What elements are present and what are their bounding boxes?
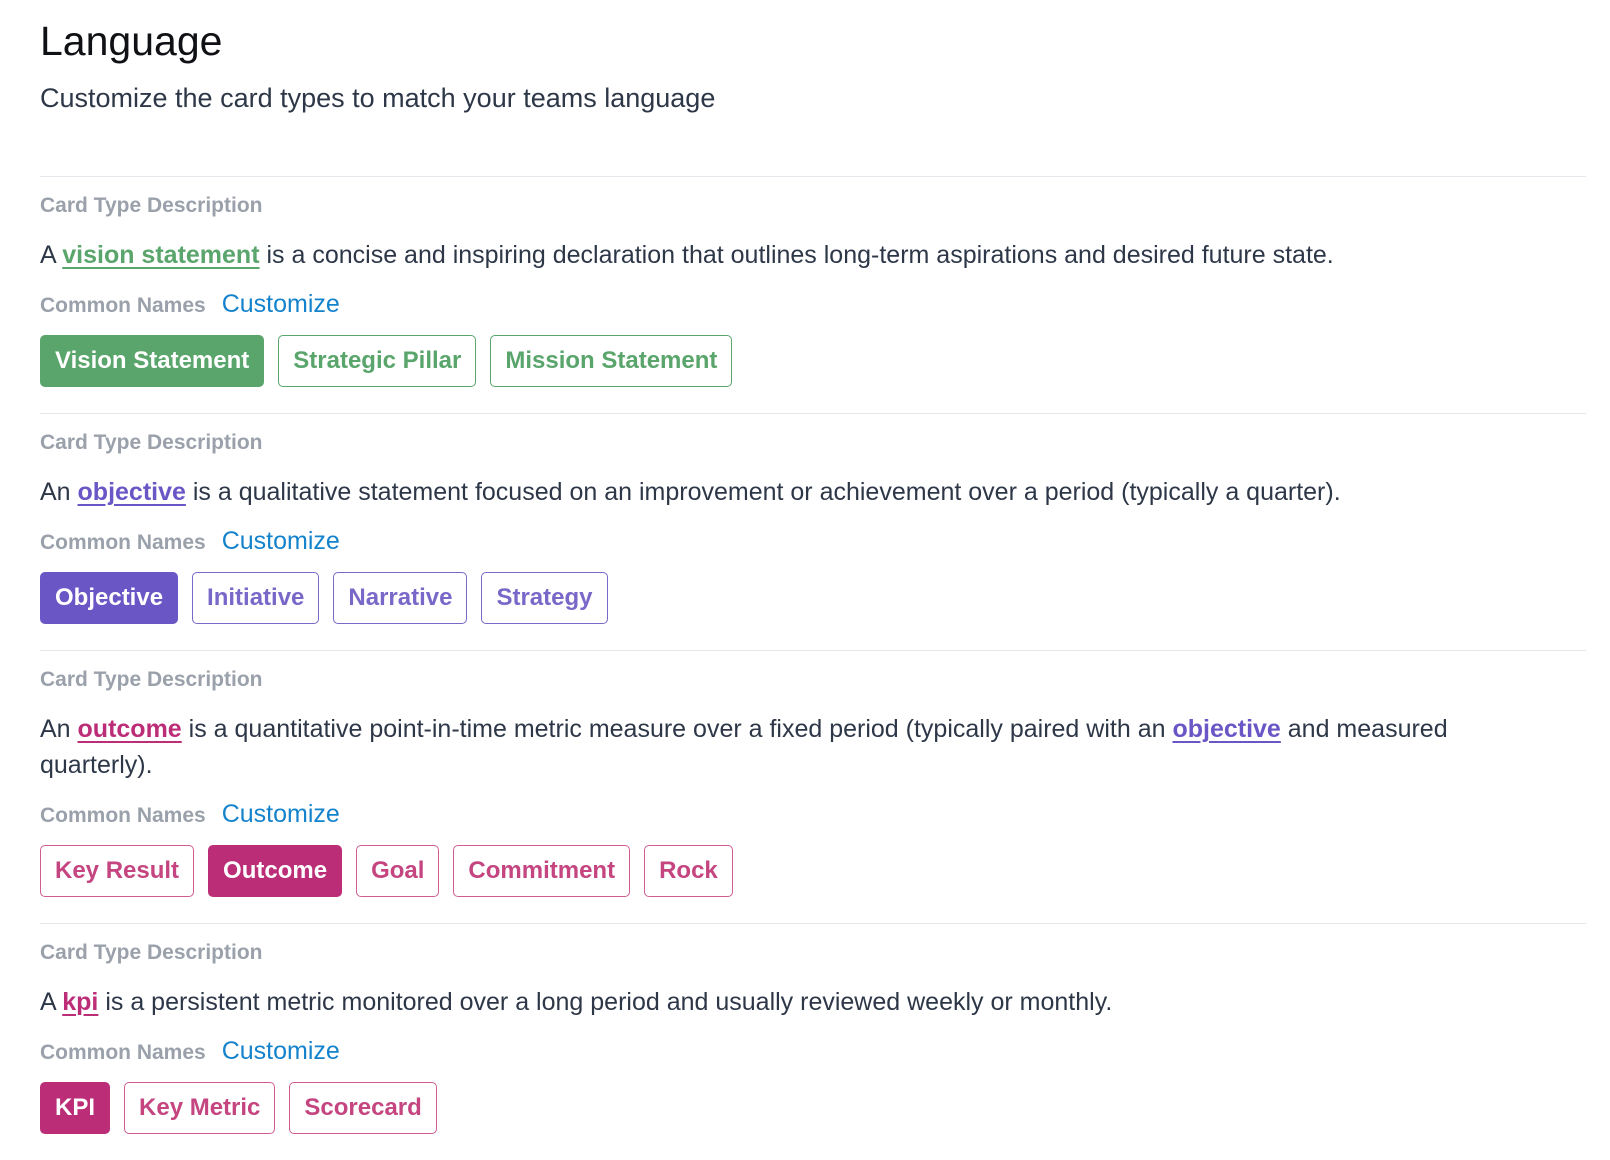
name-chips: KPI Key Metric Scorecard — [40, 1082, 1586, 1134]
name-chip[interactable]: Initiative — [192, 572, 320, 624]
card-type-section-outcome: Card Type Description An outcome is a qu… — [40, 650, 1586, 923]
name-chip[interactable]: Key Metric — [124, 1082, 276, 1134]
card-type-description: An objective is a qualitative statement … — [40, 474, 1540, 510]
name-chip[interactable]: Strategy — [481, 572, 608, 624]
section-label: Card Type Description — [40, 194, 263, 217]
section-label: Card Type Description — [40, 431, 263, 454]
page-subtitle: Customize the card types to match your t… — [40, 83, 716, 113]
common-names-label: Common Names — [40, 804, 206, 827]
card-type-description: A kpi is a persistent metric monitored o… — [40, 984, 1540, 1020]
description-text: A — [40, 988, 63, 1016]
card-type-description: An outcome is a quantitative point-in-ti… — [40, 711, 1540, 783]
description-text: is a quantitative point-in-time metric m… — [181, 715, 1173, 743]
common-names-row: Common Names Customize — [40, 527, 1586, 557]
name-chip[interactable]: Key Result — [40, 845, 195, 897]
description-text: is a persistent metric monitored over a … — [98, 988, 1113, 1016]
term-link-vision-statement[interactable]: vision statement — [62, 241, 259, 269]
section-label: Card Type Description — [40, 668, 263, 691]
description-text: is a qualitative statement focused on an… — [185, 478, 1341, 506]
name-chips: Objective Initiative Narrative Strategy — [40, 572, 1586, 624]
term-link-objective[interactable]: objective — [1172, 715, 1280, 743]
name-chip[interactable]: Mission Statement — [490, 335, 733, 387]
section-label: Card Type Description — [40, 941, 263, 964]
customize-link[interactable]: Customize — [222, 1037, 340, 1065]
card-type-section-kpi: Card Type Description A kpi is a persist… — [40, 923, 1586, 1160]
customize-link[interactable]: Customize — [222, 290, 340, 318]
card-type-section-vision-statement: Card Type Description A vision statement… — [40, 176, 1586, 413]
common-names-row: Common Names Customize — [40, 290, 1586, 320]
name-chip[interactable]: Commitment — [453, 845, 631, 897]
name-chip-selected[interactable]: Objective — [40, 572, 179, 624]
name-chip[interactable]: Rock — [644, 845, 733, 897]
name-chip[interactable]: Scorecard — [289, 1082, 437, 1134]
card-type-section-objective: Card Type Description An objective is a … — [40, 413, 1586, 650]
term-link-kpi[interactable]: kpi — [62, 988, 98, 1016]
card-type-description: A vision statement is a concise and insp… — [40, 237, 1540, 273]
description-text: is a concise and inspiring declaration t… — [259, 241, 1334, 269]
name-chip[interactable]: Narrative — [333, 572, 468, 624]
name-chips: Vision Statement Strategic Pillar Missio… — [40, 335, 1586, 387]
card-type-sections: Card Type Description A vision statement… — [40, 176, 1586, 1160]
name-chip-selected[interactable]: Vision Statement — [40, 335, 265, 387]
name-chips: Key Result Outcome Goal Commitment Rock — [40, 845, 1586, 897]
common-names-row: Common Names Customize — [40, 1037, 1586, 1067]
term-link-objective[interactable]: objective — [78, 478, 186, 506]
common-names-label: Common Names — [40, 531, 206, 554]
description-text: An — [40, 478, 78, 506]
common-names-label: Common Names — [40, 294, 206, 317]
name-chip-selected[interactable]: Outcome — [208, 845, 343, 897]
page-title: Language — [40, 18, 223, 64]
description-text: A — [40, 241, 63, 269]
common-names-row: Common Names Customize — [40, 800, 1586, 830]
language-settings-page: Language Customize the card types to mat… — [0, 0, 1610, 1160]
customize-link[interactable]: Customize — [222, 527, 340, 555]
term-link-outcome[interactable]: outcome — [78, 715, 182, 743]
customize-link[interactable]: Customize — [222, 800, 340, 828]
description-text: An — [40, 715, 78, 743]
name-chip[interactable]: Goal — [356, 845, 440, 897]
name-chip[interactable]: Strategic Pillar — [278, 335, 477, 387]
name-chip-selected[interactable]: KPI — [40, 1082, 111, 1134]
common-names-label: Common Names — [40, 1041, 206, 1064]
